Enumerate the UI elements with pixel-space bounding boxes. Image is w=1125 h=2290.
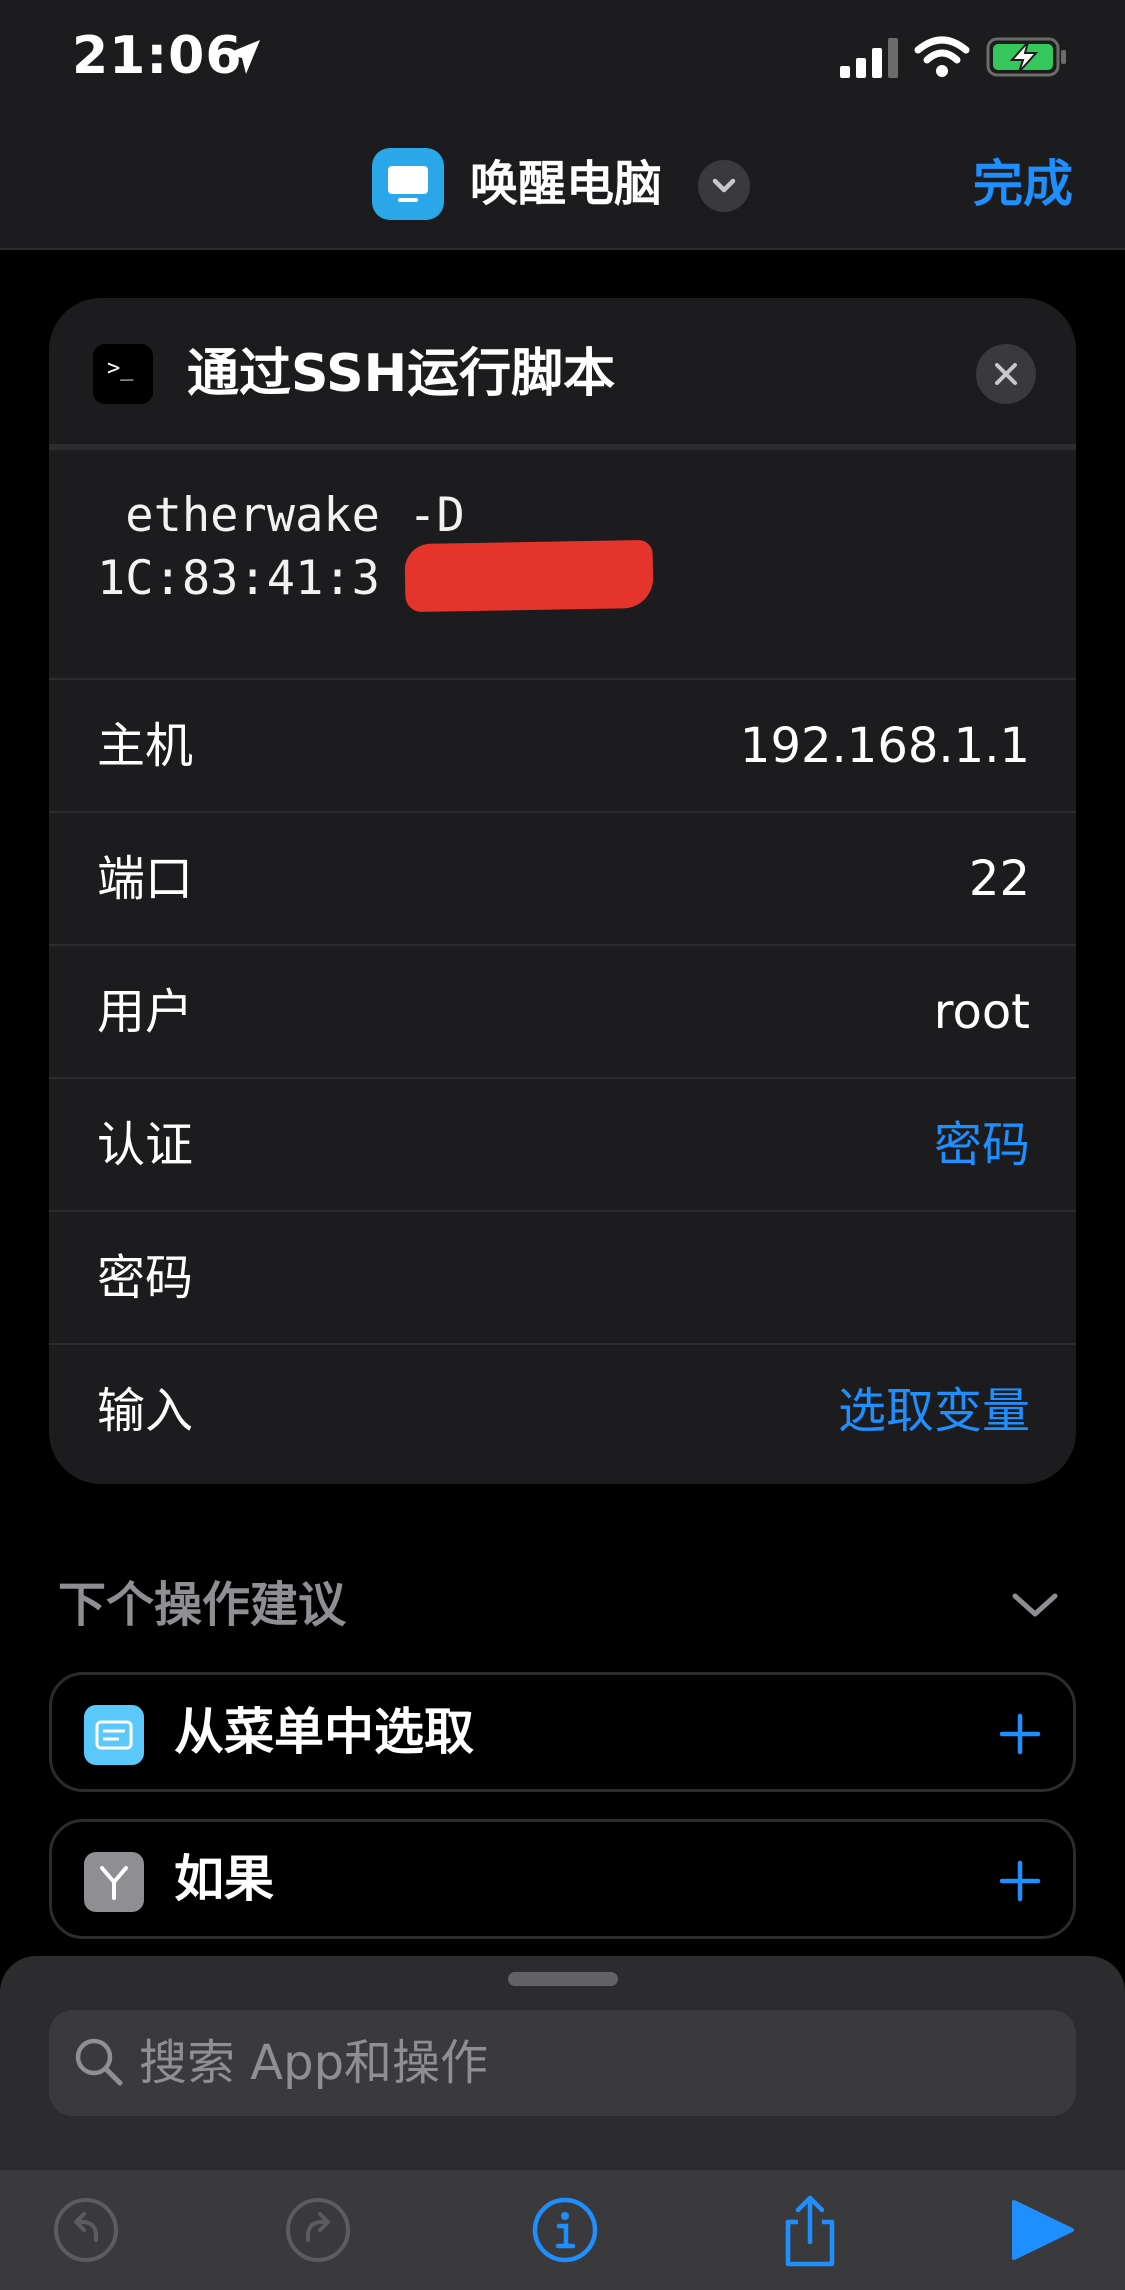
- close-icon: [995, 363, 1017, 385]
- user-value[interactable]: root: [934, 946, 1030, 1079]
- suggestion-choose-from-menu[interactable]: 从菜单中选取: [49, 1672, 1076, 1792]
- wifi-icon: [914, 36, 970, 77]
- suggestion-if[interactable]: 如果: [49, 1819, 1076, 1939]
- param-input[interactable]: 输入 选取变量: [49, 1345, 1076, 1478]
- ssh-action-card: >_ 通过SSH运行脚本 etherwake -D 1C:83:41:3 A 主…: [49, 298, 1076, 1484]
- param-label: 主机: [97, 718, 194, 774]
- shortcut-app-icon: [372, 148, 444, 220]
- param-auth[interactable]: 认证 密码: [49, 1079, 1076, 1212]
- input-value[interactable]: 选取变量: [838, 1345, 1030, 1478]
- port-value[interactable]: 22: [969, 813, 1030, 946]
- remove-action-button[interactable]: [976, 344, 1036, 404]
- action-header: >_ 通过SSH运行脚本: [49, 298, 1076, 450]
- collapse-chevron-icon[interactable]: [1009, 1586, 1061, 1622]
- search-icon: [75, 2038, 123, 2086]
- script-line-1: etherwake -D: [97, 488, 465, 543]
- redo-icon[interactable]: [276, 2188, 360, 2272]
- search-bar[interactable]: [49, 2010, 1076, 2116]
- navigation-bar: 21:06 唤醒电脑 完成: [0, 0, 1125, 250]
- param-label: 端口: [97, 851, 194, 907]
- action-search-sheet: [0, 1956, 1125, 2290]
- param-label: 密码: [97, 1250, 194, 1306]
- suggestion-label: 如果: [174, 1850, 274, 1908]
- script-editor[interactable]: etherwake -D 1C:83:41:3 A: [49, 450, 1076, 680]
- undo-icon[interactable]: [44, 2188, 128, 2272]
- param-password[interactable]: 密码: [49, 1212, 1076, 1345]
- status-time: 21:06: [72, 26, 243, 86]
- battery-charging-icon: [986, 37, 1066, 77]
- bottom-toolbar: [0, 2170, 1125, 2290]
- info-icon[interactable]: [523, 2188, 607, 2272]
- param-host[interactable]: 主机 192.168.1.1: [49, 680, 1076, 813]
- suggestions-header: 下个操作建议: [58, 1577, 347, 1633]
- auth-value[interactable]: 密码: [934, 1079, 1030, 1212]
- menu-icon: [84, 1705, 144, 1765]
- param-user[interactable]: 用户 root: [49, 946, 1076, 1079]
- screen: 21:06 唤醒电脑 完成 >_ 通过SSH运行脚本 etherwake -D …: [0, 0, 1125, 2290]
- param-port[interactable]: 端口 22: [49, 813, 1076, 946]
- branch-icon: [84, 1852, 144, 1912]
- sheet-grabber[interactable]: [508, 1972, 618, 1986]
- redaction-mark: [404, 539, 654, 613]
- search-input[interactable]: [139, 2010, 1039, 2116]
- title-menu-chevron-icon[interactable]: [698, 160, 750, 212]
- host-value[interactable]: 192.168.1.1: [740, 680, 1030, 813]
- shortcut-title[interactable]: 唤醒电脑: [470, 148, 662, 220]
- param-label: 用户: [97, 984, 194, 1040]
- done-button[interactable]: 完成: [973, 148, 1073, 220]
- add-icon[interactable]: [999, 1860, 1041, 1902]
- play-icon[interactable]: [1000, 2188, 1084, 2272]
- param-label: 输入: [97, 1383, 194, 1439]
- location-arrow-icon: [226, 40, 260, 74]
- action-title: 通过SSH运行脚本: [187, 344, 616, 404]
- add-icon[interactable]: [999, 1713, 1041, 1755]
- suggestion-label: 从菜单中选取: [174, 1703, 474, 1761]
- share-icon[interactable]: [768, 2188, 852, 2272]
- terminal-icon: >_: [93, 344, 153, 404]
- param-label: 认证: [97, 1117, 194, 1173]
- cellular-signal-icon: [840, 38, 898, 78]
